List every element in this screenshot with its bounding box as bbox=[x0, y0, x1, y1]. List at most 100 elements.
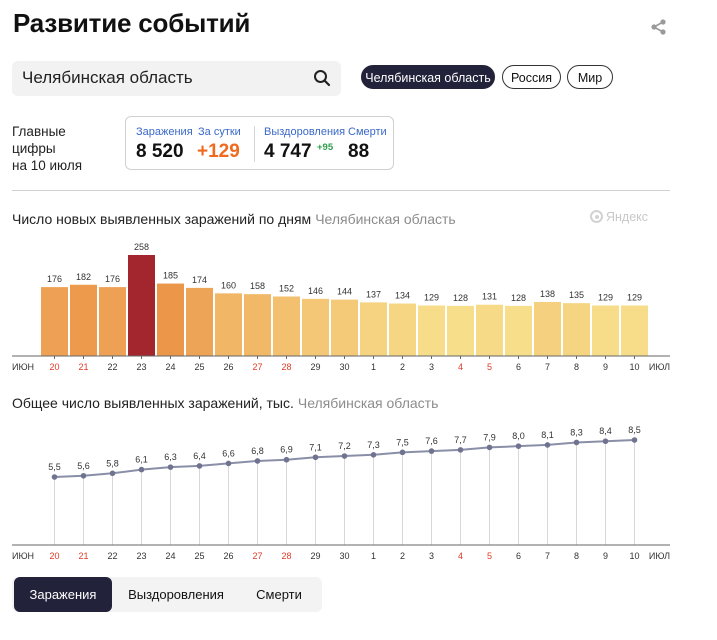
x-tick-label: 22 bbox=[107, 362, 117, 372]
x-tick-label: 28 bbox=[281, 362, 291, 372]
yandex-mark-icon bbox=[590, 210, 603, 223]
bar bbox=[273, 296, 300, 356]
bar bbox=[534, 301, 561, 356]
x-tick-label: 25 bbox=[194, 362, 204, 372]
search-icon[interactable] bbox=[313, 69, 331, 87]
page-title: Развитие событий bbox=[13, 8, 251, 38]
daily-cases-chart: 176 182 176258185 174160 158 152 146 144 137 134 1… bbox=[12, 242, 670, 372]
x-tick-label: 10 bbox=[629, 362, 639, 372]
x-tick-label: 27 bbox=[252, 362, 262, 372]
daily-chart-region: Челябинская область bbox=[315, 211, 456, 227]
summary-label-date: на 10 июля bbox=[12, 158, 83, 173]
x-tick-label: 3 bbox=[429, 551, 434, 561]
data-point bbox=[370, 452, 377, 458]
x-tick-label: 5 bbox=[487, 551, 492, 561]
total-chart-title: Общее число выявленных заражений, тыс. Че… bbox=[12, 395, 438, 411]
point-value-label: 7,7 bbox=[454, 435, 467, 445]
bar bbox=[592, 305, 619, 356]
bar-value-label: 160 bbox=[221, 280, 236, 290]
bar bbox=[186, 287, 213, 356]
x-tick-label: 26 bbox=[223, 362, 233, 372]
x-tick-label: 24 bbox=[165, 362, 175, 372]
x-tick-label: 21 bbox=[78, 551, 88, 561]
x-tick-label: 30 bbox=[339, 362, 349, 372]
x-tick-label: 9 bbox=[603, 362, 608, 372]
x-tick-label: 7 bbox=[545, 362, 550, 372]
infections-value: 8 520 bbox=[136, 141, 184, 162]
x-tick-label: 24 bbox=[165, 551, 175, 561]
bar bbox=[128, 255, 155, 356]
metric-tabs: Заражения Выздоровления Смерти bbox=[12, 577, 322, 612]
stats-divider bbox=[254, 126, 255, 162]
daily-label: За сутки bbox=[198, 126, 241, 138]
data-point bbox=[544, 442, 551, 448]
x-tick-label: 29 bbox=[310, 362, 320, 372]
share-icon[interactable] bbox=[650, 18, 668, 36]
point-value-label: 6,1 bbox=[135, 455, 148, 465]
deaths-label: Смерти bbox=[348, 126, 387, 138]
region-chip-russia[interactable]: Россия bbox=[502, 65, 561, 89]
recovered-delta: +95 bbox=[317, 142, 334, 153]
region-search-input[interactable]: Челябинская область bbox=[12, 61, 341, 96]
x-tick-label: 10 bbox=[629, 551, 639, 561]
point-value-label: 6,9 bbox=[280, 445, 293, 455]
point-value-label: 8,1 bbox=[541, 430, 554, 440]
bar bbox=[360, 302, 387, 356]
bar-value-label: 135 bbox=[569, 290, 584, 300]
bar bbox=[157, 283, 184, 356]
bar bbox=[505, 305, 532, 356]
point-value-label: 5,5 bbox=[48, 462, 61, 472]
data-point bbox=[283, 456, 290, 463]
summary-label-line1: Главные цифры bbox=[12, 124, 66, 156]
point-value-label: 6,6 bbox=[222, 448, 235, 458]
data-point bbox=[51, 474, 58, 480]
bar-value-label: 129 bbox=[598, 293, 613, 303]
recovered-label: Выздоровления bbox=[264, 126, 346, 138]
tab-deaths[interactable]: Смерти bbox=[240, 577, 318, 612]
bar-value-label: 128 bbox=[511, 293, 526, 303]
x-tick-label: 26 bbox=[223, 551, 233, 561]
x-tick-label: 23 bbox=[136, 362, 146, 372]
bar bbox=[99, 287, 126, 356]
bar bbox=[331, 299, 358, 356]
x-tick-label: 4 bbox=[458, 362, 463, 372]
tab-recoveries[interactable]: Выздоровления bbox=[120, 577, 232, 612]
data-point bbox=[602, 438, 609, 445]
bar bbox=[244, 294, 271, 356]
bar-value-label: 138 bbox=[540, 289, 555, 299]
region-chip-chelyabinsk[interactable]: Челябинская область bbox=[361, 65, 495, 89]
x-tick-label: 29 bbox=[310, 551, 320, 561]
bar bbox=[302, 298, 329, 356]
data-point bbox=[486, 444, 493, 451]
point-value-label: 8,5 bbox=[628, 425, 641, 435]
x-tick-label: 8 bbox=[574, 551, 579, 561]
x-axis-start-label: ИЮН bbox=[12, 551, 34, 561]
bar-value-label: 144 bbox=[337, 287, 352, 297]
x-tick-label: 2 bbox=[400, 551, 405, 561]
bar bbox=[621, 305, 648, 356]
bar-value-label: 131 bbox=[482, 292, 497, 302]
x-tick-label: 28 bbox=[281, 551, 291, 561]
data-point bbox=[631, 437, 638, 443]
search-value: Челябинская область bbox=[22, 68, 193, 87]
point-value-label: 5,8 bbox=[106, 458, 119, 468]
x-tick-label: 22 bbox=[107, 551, 117, 561]
section-divider bbox=[12, 190, 670, 191]
x-tick-label: 20 bbox=[49, 362, 59, 372]
bar-value-label: 152 bbox=[279, 283, 294, 293]
x-tick-label: 3 bbox=[429, 362, 434, 372]
x-axis-end-label: ИЮЛ bbox=[649, 362, 670, 372]
point-value-label: 7,2 bbox=[338, 441, 351, 451]
bar-value-label: 129 bbox=[627, 293, 642, 303]
tab-infections[interactable]: Заражения bbox=[14, 577, 112, 612]
point-value-label: 7,9 bbox=[483, 432, 496, 442]
x-tick-label: 9 bbox=[603, 551, 608, 561]
bar bbox=[418, 305, 445, 356]
data-point bbox=[399, 449, 406, 456]
total-chart-region: Челябинская область bbox=[297, 395, 439, 411]
region-chip-world[interactable]: Мир bbox=[567, 65, 613, 89]
bar-value-label: 137 bbox=[366, 289, 381, 299]
data-point bbox=[138, 466, 145, 473]
point-value-label: 8,3 bbox=[570, 427, 583, 437]
bar bbox=[70, 284, 97, 356]
